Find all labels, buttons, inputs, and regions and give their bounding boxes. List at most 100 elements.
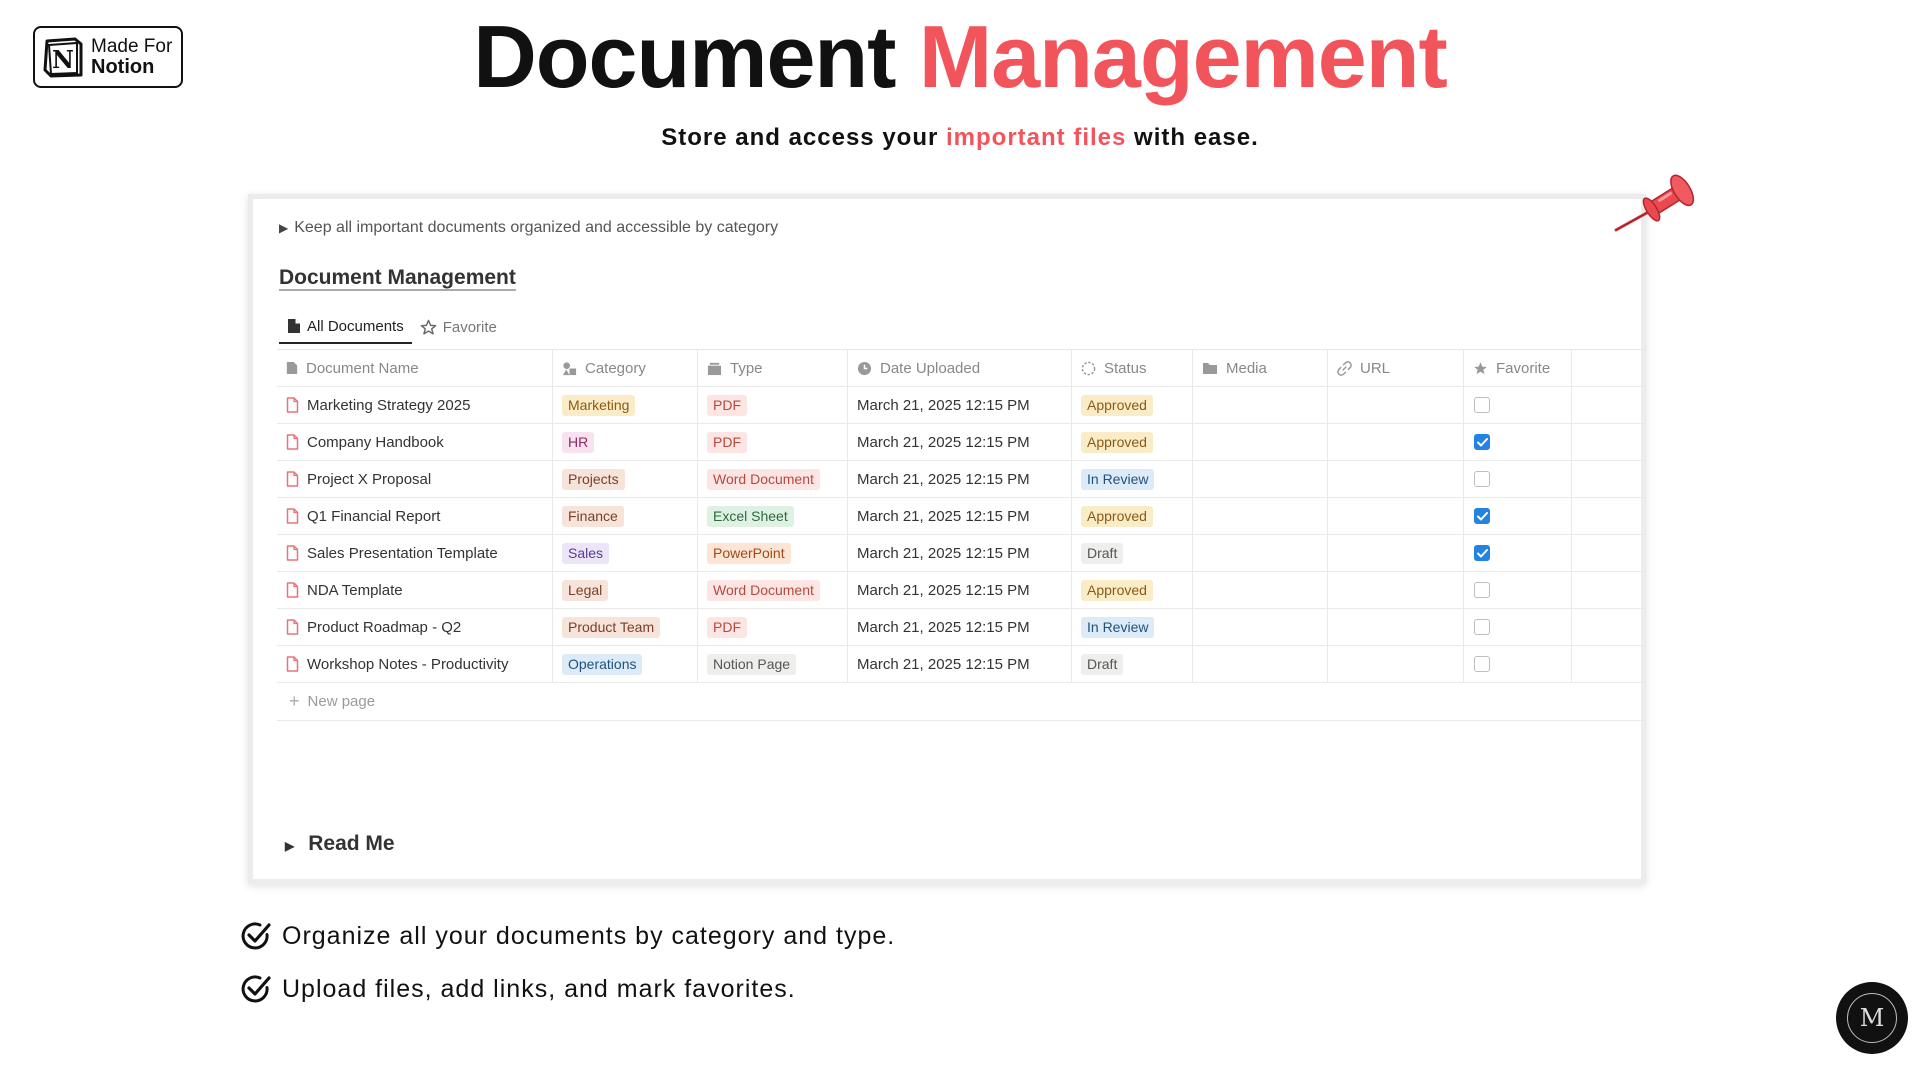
date-uploaded-cell[interactable]: March 21, 2025 12:15 PM — [848, 461, 1072, 497]
document-name-cell[interactable]: Q1 Financial Report — [277, 498, 553, 534]
toggle-description[interactable]: ▶ Keep all important documents organized … — [279, 219, 778, 237]
status-cell[interactable]: In Review — [1072, 461, 1193, 497]
status-cell[interactable]: Approved — [1072, 572, 1193, 608]
favorite-checkbox[interactable] — [1474, 582, 1490, 598]
category-cell[interactable]: Operations — [553, 646, 698, 682]
type-cell[interactable]: Excel Sheet — [698, 498, 848, 534]
table-row[interactable]: Sales Presentation Template Sales PowerP… — [277, 535, 1646, 572]
type-cell[interactable]: PDF — [698, 387, 848, 423]
document-name-cell[interactable]: Product Roadmap - Q2 — [277, 609, 553, 645]
type-cell[interactable]: PDF — [698, 424, 848, 460]
column-header-category[interactable]: Category — [553, 350, 698, 386]
plus-icon: + — [289, 691, 300, 711]
type-cell[interactable]: PDF — [698, 609, 848, 645]
favorite-checkbox[interactable] — [1474, 508, 1490, 524]
category-tag: Finance — [562, 505, 624, 527]
url-cell[interactable] — [1328, 646, 1464, 682]
favorite-cell[interactable] — [1464, 572, 1572, 608]
type-cell[interactable]: PowerPoint — [698, 535, 848, 571]
media-cell[interactable] — [1193, 646, 1328, 682]
date-uploaded-cell[interactable]: March 21, 2025 12:15 PM — [848, 609, 1072, 645]
media-cell[interactable] — [1193, 424, 1328, 460]
column-header-document-name[interactable]: Document Name — [277, 350, 553, 386]
column-header-add[interactable] — [1572, 350, 1646, 386]
category-cell[interactable]: HR — [553, 424, 698, 460]
new-page-button[interactable]: + New page — [277, 683, 1646, 721]
favorite-cell[interactable] — [1464, 461, 1572, 497]
url-cell[interactable] — [1328, 572, 1464, 608]
status-cell[interactable]: In Review — [1072, 609, 1193, 645]
read-me-toggle[interactable]: ▶ Read Me — [285, 832, 395, 856]
status-tag: Approved — [1081, 394, 1153, 416]
favorite-checkbox[interactable] — [1474, 397, 1490, 413]
favorite-checkbox[interactable] — [1474, 619, 1490, 635]
status-cell[interactable]: Approved — [1072, 424, 1193, 460]
document-icon — [288, 319, 300, 333]
url-cell[interactable] — [1328, 387, 1464, 423]
category-cell[interactable]: Legal — [553, 572, 698, 608]
favorite-cell[interactable] — [1464, 424, 1572, 460]
document-name-cell[interactable]: Workshop Notes - Productivity — [277, 646, 553, 682]
status-cell[interactable]: Approved — [1072, 387, 1193, 423]
category-cell[interactable]: Finance — [553, 498, 698, 534]
url-cell[interactable] — [1328, 535, 1464, 571]
tab-all-documents[interactable]: All Documents — [279, 310, 412, 344]
column-header-date-uploaded[interactable]: Date Uploaded — [848, 350, 1072, 386]
document-name-cell[interactable]: Project X Proposal — [277, 461, 553, 497]
favorite-cell[interactable] — [1464, 387, 1572, 423]
media-cell[interactable] — [1193, 609, 1328, 645]
date-uploaded-cell[interactable]: March 21, 2025 12:15 PM — [848, 646, 1072, 682]
document-name-cell[interactable]: Sales Presentation Template — [277, 535, 553, 571]
type-cell[interactable]: Word Document — [698, 461, 848, 497]
database-title[interactable]: Document Management — [279, 266, 516, 290]
favorite-cell[interactable] — [1464, 609, 1572, 645]
tab-favorite[interactable]: Favorite — [412, 310, 505, 344]
favorite-checkbox[interactable] — [1474, 545, 1490, 561]
url-cell[interactable] — [1328, 498, 1464, 534]
favorite-checkbox[interactable] — [1474, 434, 1490, 450]
media-cell[interactable] — [1193, 498, 1328, 534]
column-header-media[interactable]: Media — [1193, 350, 1328, 386]
table-row[interactable]: Q1 Financial Report Finance Excel Sheet M… — [277, 498, 1646, 535]
url-cell[interactable] — [1328, 461, 1464, 497]
document-name-cell[interactable]: Marketing Strategy 2025 — [277, 387, 553, 423]
type-cell[interactable]: Word Document — [698, 572, 848, 608]
column-header-favorite[interactable]: Favorite — [1464, 350, 1572, 386]
date-uploaded-cell[interactable]: March 21, 2025 12:15 PM — [848, 572, 1072, 608]
category-cell[interactable]: Marketing — [553, 387, 698, 423]
date-uploaded: March 21, 2025 12:15 PM — [857, 544, 1030, 562]
favorite-cell[interactable] — [1464, 646, 1572, 682]
favorite-cell[interactable] — [1464, 498, 1572, 534]
category-cell[interactable]: Sales — [553, 535, 698, 571]
media-cell[interactable] — [1193, 572, 1328, 608]
status-cell[interactable]: Approved — [1072, 498, 1193, 534]
media-cell[interactable] — [1193, 535, 1328, 571]
document-name-cell[interactable]: NDA Template — [277, 572, 553, 608]
date-uploaded-cell[interactable]: March 21, 2025 12:15 PM — [848, 424, 1072, 460]
status-cell[interactable]: Draft — [1072, 646, 1193, 682]
url-cell[interactable] — [1328, 609, 1464, 645]
table-row[interactable]: Project X Proposal Projects Word Documen… — [277, 461, 1646, 498]
category-cell[interactable]: Product Team — [553, 609, 698, 645]
favorite-cell[interactable] — [1464, 535, 1572, 571]
table-row[interactable]: NDA Template Legal Word Document March 21… — [277, 572, 1646, 609]
favorite-checkbox[interactable] — [1474, 471, 1490, 487]
media-cell[interactable] — [1193, 387, 1328, 423]
table-row[interactable]: Marketing Strategy 2025 Marketing PDF Mar… — [277, 387, 1646, 424]
favorite-checkbox[interactable] — [1474, 656, 1490, 672]
media-cell[interactable] — [1193, 461, 1328, 497]
table-row[interactable]: Workshop Notes - Productivity Operations… — [277, 646, 1646, 683]
date-uploaded-cell[interactable]: March 21, 2025 12:15 PM — [848, 387, 1072, 423]
date-uploaded-cell[interactable]: March 21, 2025 12:15 PM — [848, 498, 1072, 534]
column-header-url[interactable]: URL — [1328, 350, 1464, 386]
column-header-status[interactable]: Status — [1072, 350, 1193, 386]
url-cell[interactable] — [1328, 424, 1464, 460]
type-cell[interactable]: Notion Page — [698, 646, 848, 682]
column-header-type[interactable]: Type — [698, 350, 848, 386]
status-cell[interactable]: Draft — [1072, 535, 1193, 571]
date-uploaded-cell[interactable]: March 21, 2025 12:15 PM — [848, 535, 1072, 571]
table-row[interactable]: Product Roadmap - Q2 Product Team PDF Mar… — [277, 609, 1646, 646]
category-cell[interactable]: Projects — [553, 461, 698, 497]
document-name-cell[interactable]: Company Handbook — [277, 424, 553, 460]
table-row[interactable]: Company Handbook HR PDF March 21, 2025 12… — [277, 424, 1646, 461]
